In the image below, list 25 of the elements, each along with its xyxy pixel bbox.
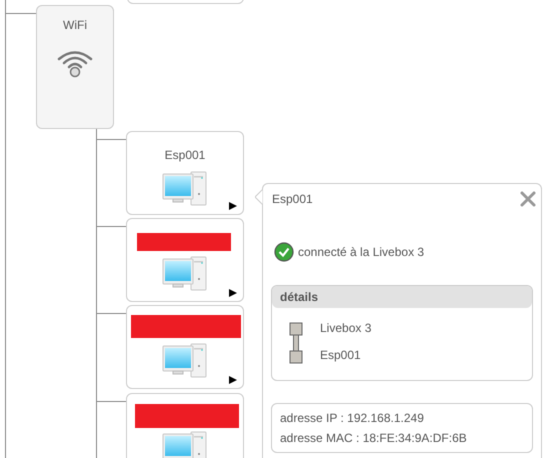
path-node-label: Livebox 3: [320, 320, 372, 337]
computer-icon: [161, 170, 209, 208]
address-line: adresse IP : 192.168.1.249: [280, 410, 425, 427]
computer-icon: [161, 255, 209, 293]
play-arrow-icon[interactable]: [229, 289, 237, 297]
check-icon: [274, 242, 294, 262]
computer-icon: [161, 342, 209, 380]
details-header: détails: [272, 286, 532, 308]
device-node[interactable]: [126, 393, 244, 458]
computer-icon: [161, 430, 209, 458]
connection-icon: [289, 322, 303, 364]
status-text: connecté à la Livebox 3: [298, 244, 424, 261]
path-node-label: Esp001: [320, 347, 362, 364]
popup-title: Esp001: [272, 191, 313, 208]
play-arrow-icon[interactable]: [229, 202, 237, 210]
device-node[interactable]: Esp001: [126, 131, 244, 215]
device-name: Esp001: [164, 147, 206, 164]
device-node[interactable]: [126, 305, 244, 389]
device-node[interactable]: [126, 218, 244, 302]
wifi-node[interactable]: WiFi: [36, 5, 114, 129]
node-label: WiFi: [63, 17, 87, 34]
play-arrow-icon[interactable]: [229, 376, 237, 384]
wifi-icon: [56, 48, 94, 78]
close-button[interactable]: [518, 189, 538, 209]
address-line: adresse MAC : 18:FE:34:9A:DF:6B: [280, 430, 468, 447]
